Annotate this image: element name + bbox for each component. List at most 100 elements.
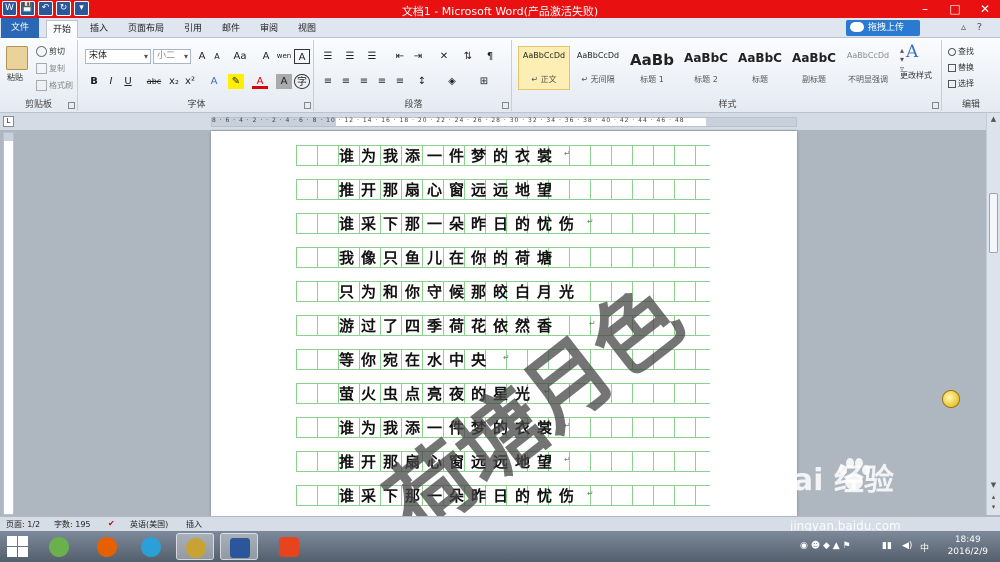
- show-marks-icon[interactable]: ¶: [482, 49, 498, 64]
- justify-icon[interactable]: ≡: [374, 74, 390, 89]
- paste-icon[interactable]: [6, 46, 28, 70]
- align-center-icon[interactable]: ≡: [338, 74, 354, 89]
- volume-icon[interactable]: ◀): [902, 541, 912, 551]
- style-no-spacing[interactable]: AaBbCcDd ↵ 无间隔: [572, 46, 624, 90]
- tab-references[interactable]: 引用: [178, 20, 208, 38]
- language-status[interactable]: 英语(美国): [130, 519, 168, 530]
- strikethrough-button[interactable]: abc: [144, 74, 164, 89]
- line-spacing-icon[interactable]: ↕: [414, 74, 430, 89]
- style-heading-2[interactable]: AaBbC 标题 2: [680, 46, 732, 90]
- page-count[interactable]: 页面: 1/2: [6, 519, 40, 530]
- char-border-button[interactable]: A: [294, 49, 310, 64]
- grow-font-button[interactable]: A: [194, 49, 210, 64]
- bullets-icon[interactable]: ☰: [320, 49, 336, 64]
- char-shading-icon[interactable]: A: [276, 74, 292, 89]
- highlight-icon[interactable]: ✎: [228, 74, 244, 89]
- minimize-button[interactable]: –: [910, 0, 940, 18]
- prev-page-icon[interactable]: ▴: [989, 493, 998, 503]
- chinese-layout-icon[interactable]: ✕: [436, 49, 452, 64]
- help-icon[interactable]: ?: [977, 22, 982, 33]
- tab-file[interactable]: 文件: [1, 18, 39, 38]
- distributed-icon[interactable]: ≡: [392, 74, 408, 89]
- text-effect-icon[interactable]: A: [206, 74, 222, 89]
- replace-button[interactable]: 替换: [948, 62, 974, 73]
- scroll-thumb[interactable]: [989, 193, 998, 253]
- style-normal[interactable]: AaBbCcDd ↵ 正文: [518, 46, 570, 90]
- multilevel-list-icon[interactable]: ☰: [364, 49, 380, 64]
- clock[interactable]: 18:49 2016/2/9: [948, 534, 988, 558]
- increase-indent-icon[interactable]: ⇥: [410, 49, 426, 64]
- paragraph-launcher[interactable]: [502, 102, 509, 109]
- style-heading-1[interactable]: AaBb 标题 1: [626, 46, 678, 90]
- tab-page-layout[interactable]: 页面布局: [122, 20, 170, 38]
- qq-icon[interactable]: [132, 533, 170, 560]
- firefox-icon[interactable]: [88, 533, 126, 560]
- windows-start-icon[interactable]: [6, 535, 30, 559]
- enclose-char-icon[interactable]: 字: [294, 74, 310, 89]
- scroll-down-icon[interactable]: ▼: [989, 481, 998, 491]
- document-page[interactable]: 谁为我添一件梦的衣裳 推开那扇心窗远远地望 谁采下那一朵昨日的忧伤 我像只鱼儿在…: [211, 131, 797, 556]
- styles-scroll-icon[interactable]: ▴ ▾ ▿: [900, 46, 904, 73]
- word-taskbar-icon[interactable]: [220, 533, 258, 560]
- paragraph-mark: ↵: [564, 149, 571, 158]
- network-icon[interactable]: ▮▮: [882, 541, 892, 551]
- tab-mailings[interactable]: 邮件: [216, 20, 246, 38]
- phonetic-guide-button[interactable]: wen: [276, 49, 292, 64]
- format-painter-button[interactable]: 格式刷: [36, 80, 73, 91]
- font-name-combo[interactable]: 宋体: [85, 49, 151, 64]
- change-styles-icon[interactable]: A: [906, 42, 928, 62]
- shading-icon[interactable]: ◈: [444, 74, 460, 89]
- minimize-ribbon-icon[interactable]: ▵: [961, 22, 966, 33]
- font-launcher[interactable]: [304, 102, 311, 109]
- maximize-button[interactable]: □: [940, 0, 970, 18]
- tab-view[interactable]: 视图: [292, 20, 322, 38]
- clipboard-launcher[interactable]: [68, 102, 75, 109]
- horizontal-ruler[interactable]: 8 · 6 · 4 · 2 · · 2 · 4 · 6 · 8 · 10 · 1…: [211, 117, 797, 127]
- next-page-icon[interactable]: ▾: [989, 503, 998, 513]
- style-subtitle[interactable]: AaBbC 副标题: [788, 46, 840, 90]
- word-count[interactable]: 字数: 195: [54, 519, 91, 530]
- numbering-icon[interactable]: ☰: [342, 49, 358, 64]
- upload-button[interactable]: 拖拽上传: [846, 20, 920, 36]
- close-button[interactable]: ✕: [970, 0, 1000, 18]
- select-button[interactable]: 选择: [948, 78, 974, 89]
- lightbulb-icon[interactable]: [942, 390, 960, 408]
- tray-icons[interactable]: ◉ ☻ ◆ ▲ ⚑: [800, 541, 851, 551]
- change-styles-button[interactable]: 更改样式: [900, 70, 932, 81]
- change-case-button[interactable]: Aa: [230, 49, 250, 64]
- tab-home[interactable]: 开始: [46, 20, 79, 38]
- cut-button[interactable]: 剪切: [36, 46, 65, 57]
- find-button[interactable]: 查找: [948, 46, 974, 57]
- input-method-icon[interactable]: [176, 533, 214, 560]
- align-left-icon[interactable]: ≡: [320, 74, 336, 89]
- paste-button[interactable]: 粘贴: [7, 72, 23, 83]
- sogou-icon[interactable]: [270, 533, 308, 560]
- borders-icon[interactable]: ⊞: [476, 74, 492, 89]
- vertical-scrollbar[interactable]: ▲ ▼ ▴ ▾: [986, 113, 1000, 515]
- vertical-ruler[interactable]: [3, 132, 14, 515]
- style-title[interactable]: AaBbC 标题: [734, 46, 786, 90]
- decrease-indent-icon[interactable]: ⇤: [392, 49, 408, 64]
- tab-insert[interactable]: 插入: [84, 20, 114, 38]
- insert-mode[interactable]: 插入: [186, 519, 202, 530]
- ime-indicator[interactable]: 中: [920, 541, 929, 554]
- font-size-combo[interactable]: 小二: [153, 49, 191, 64]
- style-subtle-emphasis[interactable]: AaBbCcDd 不明显强调: [842, 46, 894, 90]
- shrink-font-button[interactable]: A: [209, 49, 225, 64]
- sort-icon[interactable]: ⇅: [460, 49, 476, 64]
- tab-selector[interactable]: L: [3, 116, 14, 127]
- superscript-button[interactable]: x²: [182, 74, 198, 89]
- clear-format-button[interactable]: A: [258, 49, 274, 64]
- underline-button[interactable]: U: [120, 74, 136, 89]
- browser-360-icon[interactable]: [40, 533, 78, 560]
- font-color-icon[interactable]: A: [252, 74, 268, 89]
- bold-button[interactable]: B: [86, 74, 102, 89]
- copy-button[interactable]: 复制: [36, 63, 65, 74]
- tab-review[interactable]: 审阅: [254, 20, 284, 38]
- styles-launcher[interactable]: [932, 102, 939, 109]
- italic-button[interactable]: I: [103, 74, 119, 89]
- scroll-up-icon[interactable]: ▲: [989, 115, 998, 125]
- align-right-icon[interactable]: ≡: [356, 74, 372, 89]
- subscript-button[interactable]: x₂: [166, 74, 182, 89]
- spell-check-icon[interactable]: ✔: [108, 519, 115, 528]
